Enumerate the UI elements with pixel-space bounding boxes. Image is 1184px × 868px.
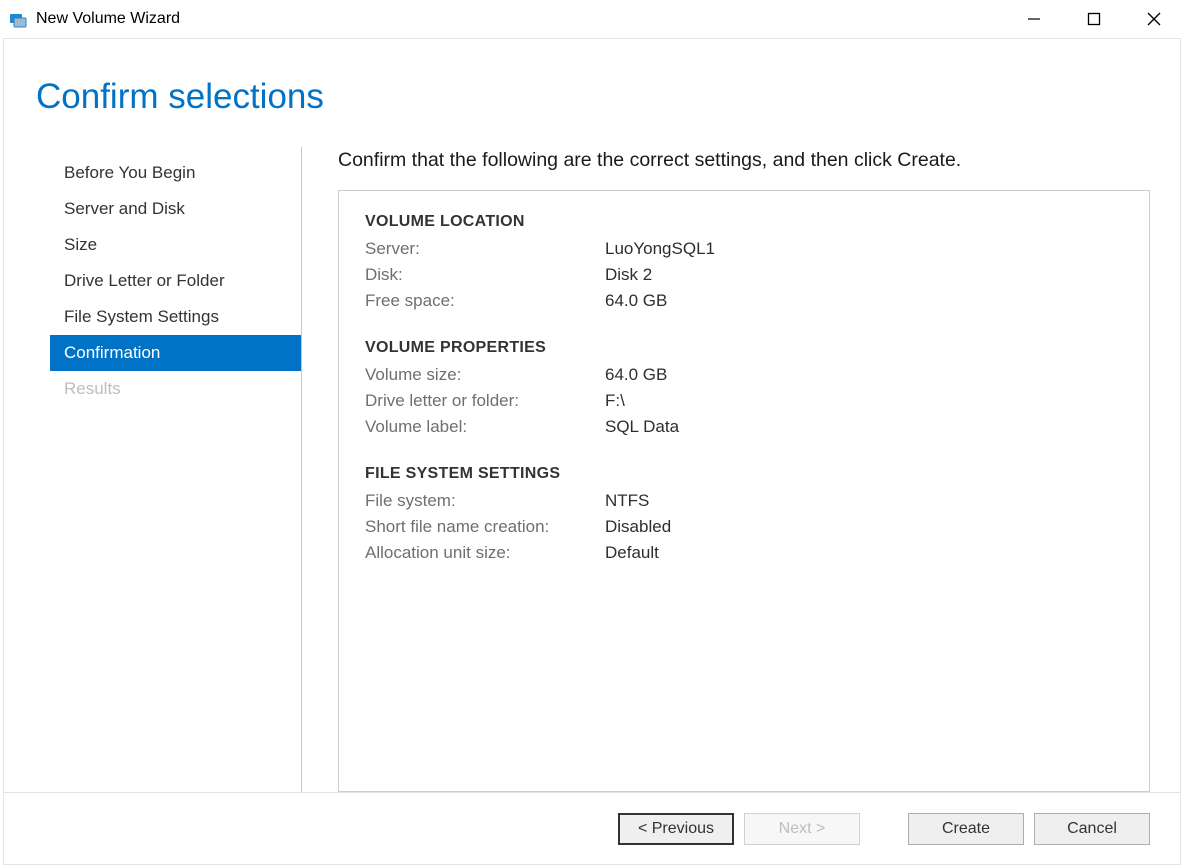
row-allocation-unit: Allocation unit size: Default xyxy=(365,543,1123,563)
row-drive-letter: Drive letter or folder: F:\ xyxy=(365,391,1123,411)
window-title: New Volume Wizard xyxy=(36,10,180,28)
label-volume-label: Volume label: xyxy=(365,417,605,437)
row-server: Server: LuoYongSQL1 xyxy=(365,239,1123,259)
step-file-system-settings[interactable]: File System Settings xyxy=(50,299,301,335)
previous-button[interactable]: < Previous xyxy=(618,813,734,845)
main-area: Confirm that the following are the corre… xyxy=(302,147,1150,792)
step-results: Results xyxy=(50,371,301,407)
value-allocation-unit: Default xyxy=(605,543,659,563)
row-disk: Disk: Disk 2 xyxy=(365,265,1123,285)
row-free-space: Free space: 64.0 GB xyxy=(365,291,1123,311)
label-server: Server: xyxy=(365,239,605,259)
page-title: Confirm selections xyxy=(4,39,1180,147)
label-file-system: File system: xyxy=(365,491,605,511)
step-confirmation[interactable]: Confirmation xyxy=(50,335,301,371)
wizard-footer: < Previous Next > Create Cancel xyxy=(4,792,1180,864)
row-volume-label: Volume label: SQL Data xyxy=(365,417,1123,437)
label-drive-letter: Drive letter or folder: xyxy=(365,391,605,411)
label-short-file-name: Short file name creation: xyxy=(365,517,605,537)
value-short-file-name: Disabled xyxy=(605,517,671,537)
titlebar: New Volume Wizard xyxy=(0,0,1184,38)
window-body: Confirm selections Before You Begin Serv… xyxy=(3,38,1181,865)
maximize-button[interactable] xyxy=(1064,0,1124,38)
value-drive-letter: F:\ xyxy=(605,391,625,411)
content-row: Before You Begin Server and Disk Size Dr… xyxy=(4,147,1180,792)
value-server: LuoYongSQL1 xyxy=(605,239,715,259)
step-drive-letter-or-folder[interactable]: Drive Letter or Folder xyxy=(50,263,301,299)
label-volume-size: Volume size: xyxy=(365,365,605,385)
step-before-you-begin[interactable]: Before You Begin xyxy=(50,155,301,191)
section-volume-location-header: VOLUME LOCATION xyxy=(365,213,1123,231)
label-allocation-unit: Allocation unit size: xyxy=(365,543,605,563)
instruction-text: Confirm that the following are the corre… xyxy=(338,149,1150,172)
value-volume-label: SQL Data xyxy=(605,417,679,437)
create-button[interactable]: Create xyxy=(908,813,1024,845)
value-free-space: 64.0 GB xyxy=(605,291,667,311)
close-button[interactable] xyxy=(1124,0,1184,38)
step-size[interactable]: Size xyxy=(50,227,301,263)
label-free-space: Free space: xyxy=(365,291,605,311)
cancel-button[interactable]: Cancel xyxy=(1034,813,1150,845)
row-short-file-name: Short file name creation: Disabled xyxy=(365,517,1123,537)
titlebar-left: New Volume Wizard xyxy=(8,9,180,29)
row-file-system: File system: NTFS xyxy=(365,491,1123,511)
value-file-system: NTFS xyxy=(605,491,649,511)
next-button: Next > xyxy=(744,813,860,845)
value-disk: Disk 2 xyxy=(605,265,652,285)
section-file-system-header: FILE SYSTEM SETTINGS xyxy=(365,465,1123,483)
wizard-steps-sidebar: Before You Begin Server and Disk Size Dr… xyxy=(50,147,302,792)
confirmation-details: VOLUME LOCATION Server: LuoYongSQL1 Disk… xyxy=(338,190,1150,792)
row-volume-size: Volume size: 64.0 GB xyxy=(365,365,1123,385)
minimize-button[interactable] xyxy=(1004,0,1064,38)
label-disk: Disk: xyxy=(365,265,605,285)
step-server-and-disk[interactable]: Server and Disk xyxy=(50,191,301,227)
app-icon xyxy=(8,9,28,29)
value-volume-size: 64.0 GB xyxy=(605,365,667,385)
section-volume-properties-header: VOLUME PROPERTIES xyxy=(365,339,1123,357)
window-controls xyxy=(1004,0,1184,37)
